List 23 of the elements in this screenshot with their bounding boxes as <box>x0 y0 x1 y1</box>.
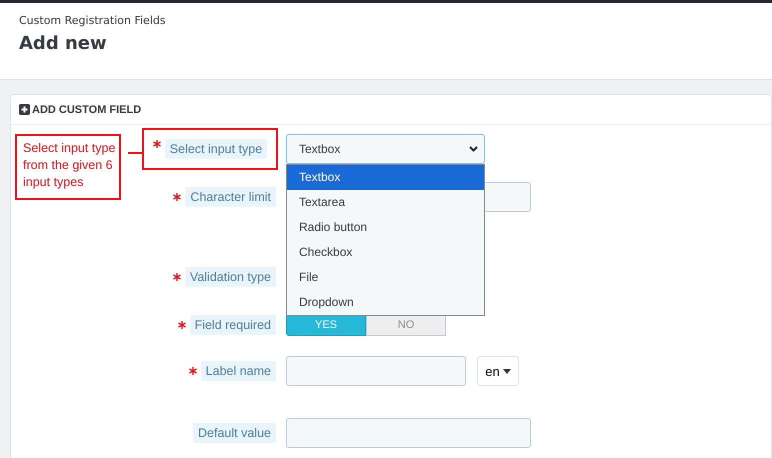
dropdown-option[interactable]: File <box>287 265 484 290</box>
dropdown-option[interactable]: Textarea <box>287 190 484 215</box>
dropdown-option[interactable]: Radio button <box>287 215 484 240</box>
text-field[interactable] <box>286 356 466 386</box>
field-label: Default value <box>193 423 276 443</box>
plus-square-icon <box>19 104 30 115</box>
breadcrumb: Custom Registration Fields <box>19 13 167 27</box>
panel-heading: ADD CUSTOM FIELD <box>32 104 142 116</box>
text-field[interactable] <box>286 418 531 448</box>
dropdown-option[interactable]: Checkbox <box>287 240 484 265</box>
chevron-down-icon <box>469 146 478 152</box>
field-label: Character limit <box>185 187 276 207</box>
caret-icon <box>502 368 511 374</box>
page-title: Add new <box>19 33 108 54</box>
annotation-callout: Select input type from the given 6 input types <box>15 134 121 200</box>
dropdown-option[interactable]: Dropdown <box>287 290 484 315</box>
field-label: Select input type <box>164 139 268 159</box>
language-dropdown[interactable]: en <box>477 356 519 386</box>
field-label: Field required <box>190 315 276 335</box>
field-label: Validation type <box>184 267 276 287</box>
input-type-select[interactable]: Textbox <box>286 134 485 164</box>
dropdown-option[interactable]: Textbox <box>287 165 484 190</box>
field-label: Label name <box>200 361 276 381</box>
